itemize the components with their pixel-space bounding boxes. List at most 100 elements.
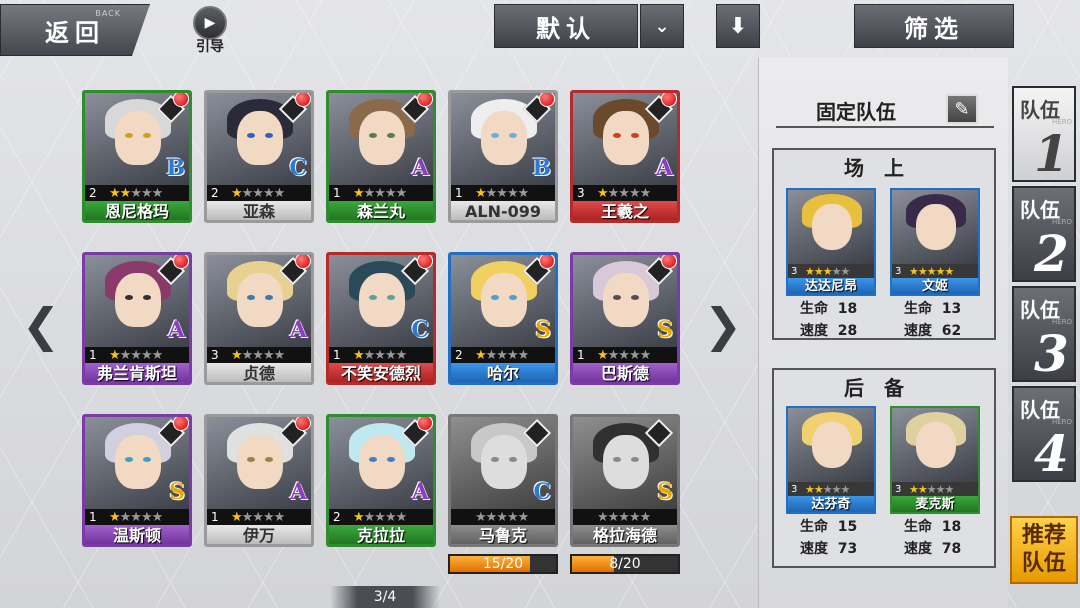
- hero-face: [916, 422, 956, 468]
- hero-card[interactable]: A 3 ★★★★★ 贞德: [204, 252, 314, 385]
- hero-name: 克拉拉: [329, 525, 433, 544]
- hero-level: 1: [211, 510, 219, 524]
- recommend-team-button[interactable]: 推荐 队伍: [1010, 516, 1078, 584]
- hero-card[interactable]: C 1 ★★★★★ 不笑安德烈: [326, 252, 436, 385]
- hero-name: 伊万: [207, 525, 311, 544]
- guide-label: 引导: [196, 39, 224, 55]
- star-rating: ★★★★★: [353, 185, 407, 201]
- star-rating: ★★★★★: [231, 185, 285, 201]
- team-tab-sub: HERO: [1051, 218, 1072, 226]
- tab-team-4[interactable]: 队伍 4 HERO: [1012, 386, 1076, 483]
- hero-level: 3: [211, 348, 219, 362]
- hero-face: [237, 111, 283, 165]
- hero-name: 巴斯德: [573, 363, 677, 382]
- tab-team-2[interactable]: 队伍 2 HERO: [1012, 186, 1076, 283]
- hero-face: [481, 435, 527, 489]
- rank-badge: A: [655, 155, 673, 181]
- hero-face: [237, 435, 283, 489]
- hero-portrait: [892, 190, 978, 264]
- fragment-progress: 15/20: [448, 554, 558, 574]
- prev-page-arrow-icon[interactable]: ❮: [14, 298, 68, 352]
- guide-button[interactable]: ▶ 引导: [188, 6, 232, 56]
- stars-row: 2 ★★★★★: [207, 185, 311, 201]
- hero-level: 2: [211, 186, 219, 200]
- notification-dot-icon: [295, 93, 311, 107]
- rank-badge: C: [289, 155, 307, 181]
- hero-face: [359, 435, 405, 489]
- hero-card[interactable]: A 1 ★★★★★ 伊万: [204, 414, 314, 547]
- team-tab-number: 4: [1034, 424, 1069, 483]
- speed-stat: 速度 62: [904, 323, 962, 339]
- filter-label: 筛选: [904, 14, 964, 43]
- hero-card[interactable]: A 1 ★★★★★ 森兰丸: [326, 90, 436, 223]
- team-tab-sub: HERO: [1051, 418, 1072, 426]
- hero-level: 2: [89, 186, 97, 200]
- hero-card[interactable]: A 2 ★★★★★ 克拉拉: [326, 414, 436, 547]
- notification-dot-icon: [295, 417, 311, 431]
- hero-name: 马鲁克: [451, 525, 555, 544]
- team-member-card[interactable]: 3 ★★★★★ 达达尼昂: [786, 188, 876, 296]
- tab-team-3[interactable]: 队伍 3 HERO: [1012, 286, 1076, 383]
- tab-team-1[interactable]: 队伍 1 HERO: [1012, 86, 1076, 183]
- hero-eye: [631, 295, 639, 300]
- team-member-card[interactable]: 3 ★★★★★ 文姬: [890, 188, 980, 296]
- hero-card[interactable]: A 3 ★★★★★ 王羲之: [570, 90, 680, 223]
- back-button[interactable]: 返回 BACK: [0, 4, 150, 56]
- hero-name: 格拉海德: [573, 525, 677, 544]
- hero-eye: [143, 457, 151, 462]
- star-rating: ★★★★★: [909, 482, 954, 496]
- hero-face: [603, 435, 649, 489]
- recommend-label-line1: 推荐: [1021, 523, 1066, 548]
- hero-card[interactable]: B 2 ★★★★★ 恩尼格玛: [82, 90, 192, 223]
- stars-row: ★★★★★: [451, 509, 555, 525]
- stars-row: 2 ★★★★★: [85, 185, 189, 201]
- hero-card[interactable]: S 1 ★★★★★ 温斯顿: [82, 414, 192, 547]
- sort-order-button[interactable]: ⬇: [716, 4, 760, 48]
- notification-dot-icon: [661, 255, 677, 269]
- sort-toggle-button[interactable]: ⌄: [640, 4, 684, 48]
- star-rating: ★★★★★: [475, 185, 529, 201]
- back-sub-label: BACK: [95, 9, 121, 18]
- hero-face: [115, 111, 161, 165]
- fragment-count: 8/20: [609, 556, 641, 572]
- hero-level: 2: [455, 348, 463, 362]
- hero-eye: [247, 133, 255, 138]
- hero-card[interactable]: S 2 ★★★★★ 哈尔: [448, 252, 558, 385]
- next-page-arrow-icon[interactable]: ❯: [696, 298, 750, 352]
- hero-card[interactable]: C 2 ★★★★★ 亚森: [204, 90, 314, 223]
- hero-name: 文姬: [892, 278, 978, 294]
- hero-name: 弗兰肯斯坦: [85, 363, 189, 382]
- hero-level: 1: [333, 186, 341, 200]
- team-member-card[interactable]: 3 ★★★★★ 达芬奇: [786, 406, 876, 514]
- hero-card[interactable]: S 1 ★★★★★ 巴斯德: [570, 252, 680, 385]
- hero-face: [481, 273, 527, 327]
- hero-card[interactable]: S ★★★★★ 格拉海德: [570, 414, 680, 547]
- hero-eye: [613, 133, 621, 138]
- rank-badge: S: [169, 479, 185, 505]
- hero-name: 恩尼格玛: [85, 201, 189, 220]
- stars-row: 1 ★★★★★: [329, 185, 433, 201]
- hero-eye: [631, 457, 639, 462]
- edit-team-icon[interactable]: ✎: [946, 94, 978, 124]
- star-rating: ★★★★★: [109, 185, 163, 201]
- rank-badge: A: [411, 479, 429, 505]
- hero-eye: [631, 133, 639, 138]
- team-member-card[interactable]: 3 ★★★★★ 麦克斯: [890, 406, 980, 514]
- stars-row: 2 ★★★★★: [329, 509, 433, 525]
- star-rating: ★★★★★: [475, 347, 529, 363]
- hero-card[interactable]: C ★★★★★ 马鲁克: [448, 414, 558, 547]
- filter-button[interactable]: 筛选: [854, 4, 1014, 48]
- hero-card[interactable]: A 1 ★★★★★ 弗兰肯斯坦: [82, 252, 192, 385]
- hero-eye: [265, 295, 273, 300]
- hero-card[interactable]: B 1 ★★★★★ ALN-099: [448, 90, 558, 223]
- hero-eye: [509, 457, 517, 462]
- chevron-down-icon: ⌄: [654, 15, 670, 37]
- hero-eye: [613, 295, 621, 300]
- hero-eye: [143, 133, 151, 138]
- hero-face: [812, 422, 852, 468]
- sort-dropdown[interactable]: 默认: [494, 4, 638, 48]
- hero-face: [603, 273, 649, 327]
- hero-name: 王羲之: [573, 201, 677, 220]
- hero-eye: [387, 133, 395, 138]
- rank-badge: B: [166, 155, 185, 181]
